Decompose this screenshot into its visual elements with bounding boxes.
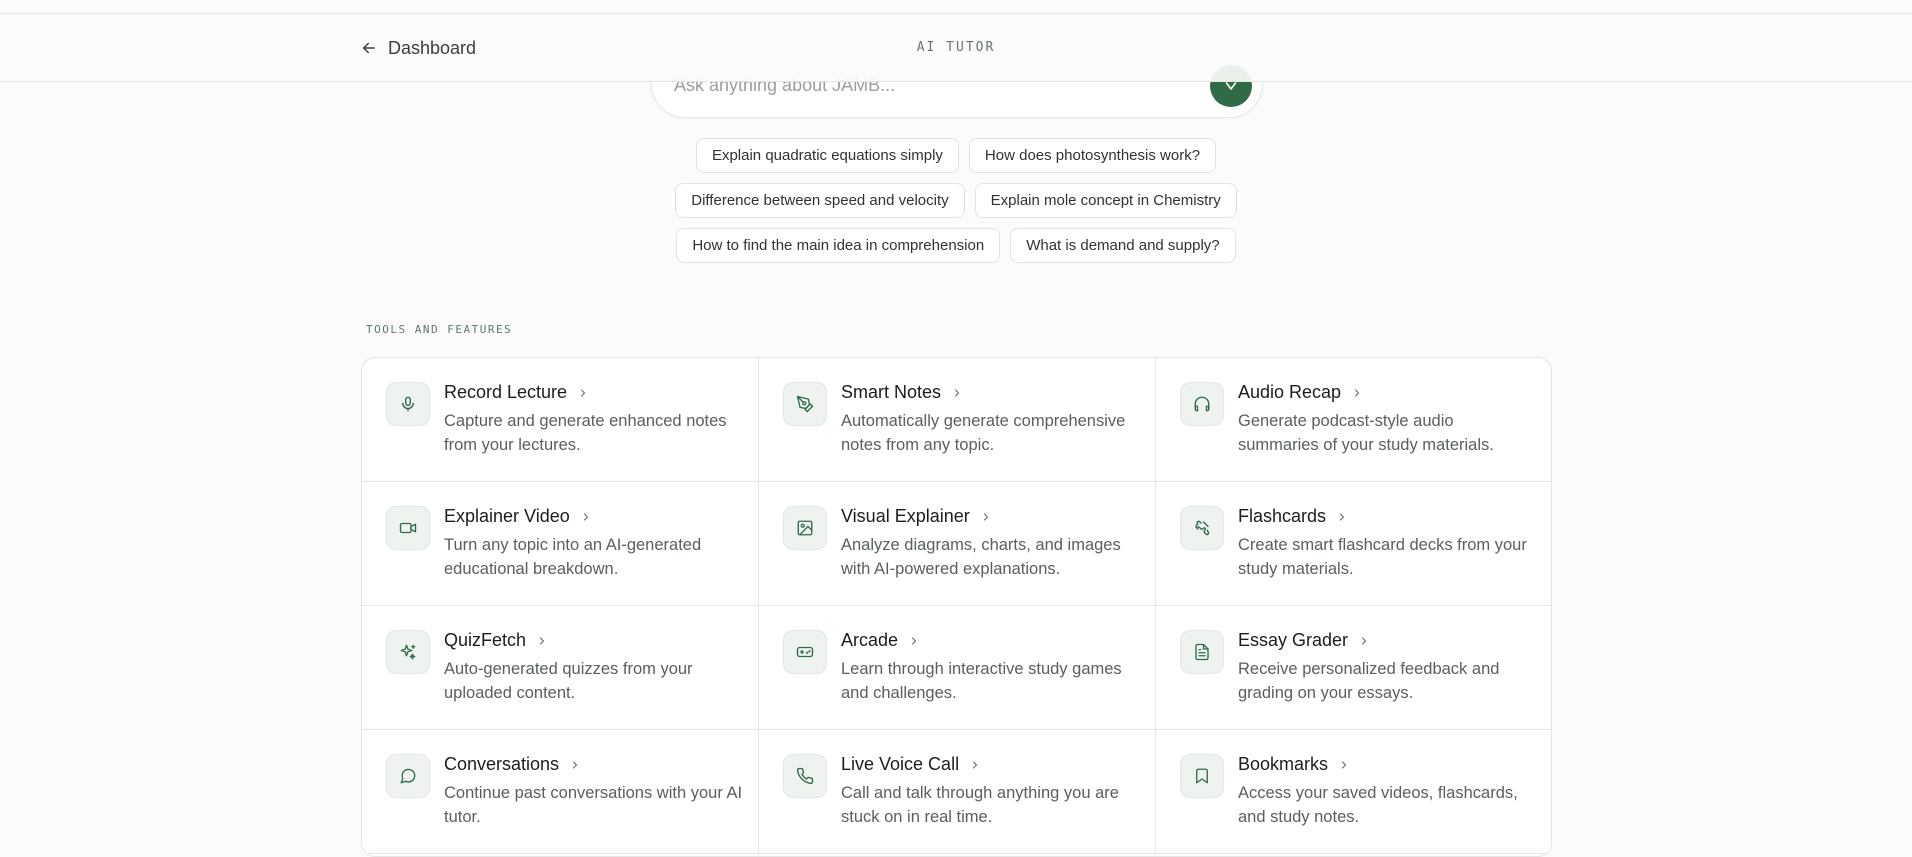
card-title-text: Arcade (841, 630, 899, 650)
gamepad-icon (783, 630, 827, 674)
tools-grid: Record Lecture Capture and generate enha… (361, 357, 1552, 857)
card-description: Call and talk through anything you are s… (841, 784, 1119, 826)
header: Dashboard AI TUTOR (0, 14, 1912, 82)
card-title-text: QuizFetch (444, 630, 527, 650)
card-description: Create smart flashcard decks from your s… (1238, 536, 1527, 578)
card-title: Bookmarks (1238, 754, 1350, 775)
phone-icon (783, 754, 827, 798)
card-title: Arcade (841, 630, 920, 651)
chevron-right-icon (1358, 635, 1370, 647)
tool-card-smart-notes[interactable]: Smart Notes Automatically generate compr… (759, 358, 1156, 482)
card-title-text: Explainer Video (444, 506, 570, 526)
chip-row: Difference between speed and velocity Ex… (0, 183, 1912, 218)
chevron-right-icon (969, 759, 981, 771)
image-icon (783, 506, 827, 550)
card-title-text: Audio Recap (1238, 382, 1342, 402)
card-title-text: Bookmarks (1238, 754, 1329, 774)
card-title: Record Lecture (444, 382, 589, 403)
tool-card-bookmarks[interactable]: Bookmarks Access your saved videos, flas… (1156, 730, 1551, 854)
document-icon (1180, 630, 1224, 674)
suggestion-chips: Explain quadratic equations simply How d… (0, 138, 1912, 273)
tool-card-conversations[interactable]: Conversations Continue past conversation… (362, 730, 759, 854)
card-title-text: Visual Explainer (841, 506, 970, 526)
chevron-right-icon (536, 635, 548, 647)
chevron-right-icon (580, 511, 592, 523)
chevron-right-icon (569, 759, 581, 771)
tool-card-visual-explainer[interactable]: Visual Explainer Analyze diagrams, chart… (759, 482, 1156, 606)
card-title-text: Record Lecture (444, 382, 568, 402)
tool-card-arcade[interactable]: Arcade Learn through interactive study g… (759, 606, 1156, 730)
page-title: AI TUTOR (916, 40, 996, 55)
chevron-right-icon (1338, 759, 1350, 771)
puzzle-icon (1180, 506, 1224, 550)
card-description: Capture and generate enhanced notes from… (444, 412, 727, 454)
tool-card-audio-recap[interactable]: Audio Recap Generate podcast-style audio… (1156, 358, 1551, 482)
card-title: Audio Recap (1238, 382, 1363, 403)
chat-bubble-icon (386, 754, 430, 798)
card-description: Receive personalized feedback and gradin… (1238, 660, 1500, 702)
card-title-text: Smart Notes (841, 382, 942, 402)
card-title-text: Flashcards (1238, 506, 1327, 526)
suggestion-chip[interactable]: How does photosynthesis work? (968, 138, 1217, 173)
suggestion-chip[interactable]: Difference between speed and velocity (675, 183, 965, 218)
tool-card-essay-grader[interactable]: Essay Grader Receive personalized feedba… (1156, 606, 1551, 730)
chip-row: Explain quadratic equations simply How d… (0, 138, 1912, 173)
card-description: Learn through interactive study games an… (841, 660, 1122, 702)
card-title: Essay Grader (1238, 630, 1370, 651)
card-title: Visual Explainer (841, 506, 992, 527)
suggestion-chip[interactable]: What is demand and supply? (1010, 228, 1236, 263)
tool-card-live-voice-call[interactable]: Live Voice Call Call and talk through an… (759, 730, 1156, 854)
chevron-right-icon (1351, 387, 1363, 399)
bookmark-icon (1180, 754, 1224, 798)
card-description: Continue past conversations with your AI… (444, 784, 743, 826)
suggestion-chip[interactable]: Explain mole concept in Chemistry (974, 183, 1237, 218)
card-description: Automatically generate comprehensive not… (841, 412, 1126, 454)
card-title-text: Essay Grader (1238, 630, 1349, 650)
card-description: Analyze diagrams, charts, and images wit… (841, 536, 1121, 578)
chevron-right-icon (951, 387, 963, 399)
top-edge (0, 0, 1912, 14)
card-description: Generate podcast-style audio summaries o… (1238, 412, 1494, 454)
video-camera-icon (386, 506, 430, 550)
card-title: Explainer Video (444, 506, 592, 527)
chevron-right-icon (980, 511, 992, 523)
sparkles-icon (386, 630, 430, 674)
chevron-right-icon (577, 387, 589, 399)
section-label: TOOLS AND FEATURES (366, 323, 513, 336)
suggestion-chip[interactable]: How to find the main idea in comprehensi… (676, 228, 1001, 263)
headphones-icon (1180, 382, 1224, 426)
card-description: Auto-generated quizzes from your uploade… (444, 660, 693, 702)
microphone-icon (386, 382, 430, 426)
suggestion-chip[interactable]: Explain quadratic equations simply (695, 138, 959, 173)
tool-card-quizfetch[interactable]: QuizFetch Auto-generated quizzes from yo… (362, 606, 759, 730)
card-title: Flashcards (1238, 506, 1348, 527)
card-title: Live Voice Call (841, 754, 981, 775)
card-title: Conversations (444, 754, 581, 775)
tool-card-explainer-video[interactable]: Explainer Video Turn any topic into an A… (362, 482, 759, 606)
card-description: Access your saved videos, flashcards, an… (1238, 784, 1518, 826)
card-title: QuizFetch (444, 630, 548, 651)
chevron-right-icon (1336, 511, 1348, 523)
card-description: Turn any topic into an AI-generated educ… (444, 536, 702, 578)
tool-card-record-lecture[interactable]: Record Lecture Capture and generate enha… (362, 358, 759, 482)
tool-card-flashcards[interactable]: Flashcards Create smart flashcard decks … (1156, 482, 1551, 606)
pen-tool-icon (783, 382, 827, 426)
card-title-text: Live Voice Call (841, 754, 960, 774)
chevron-right-icon (908, 635, 920, 647)
chip-row: How to find the main idea in comprehensi… (0, 228, 1912, 263)
card-title-text: Conversations (444, 754, 560, 774)
card-title: Smart Notes (841, 382, 963, 403)
